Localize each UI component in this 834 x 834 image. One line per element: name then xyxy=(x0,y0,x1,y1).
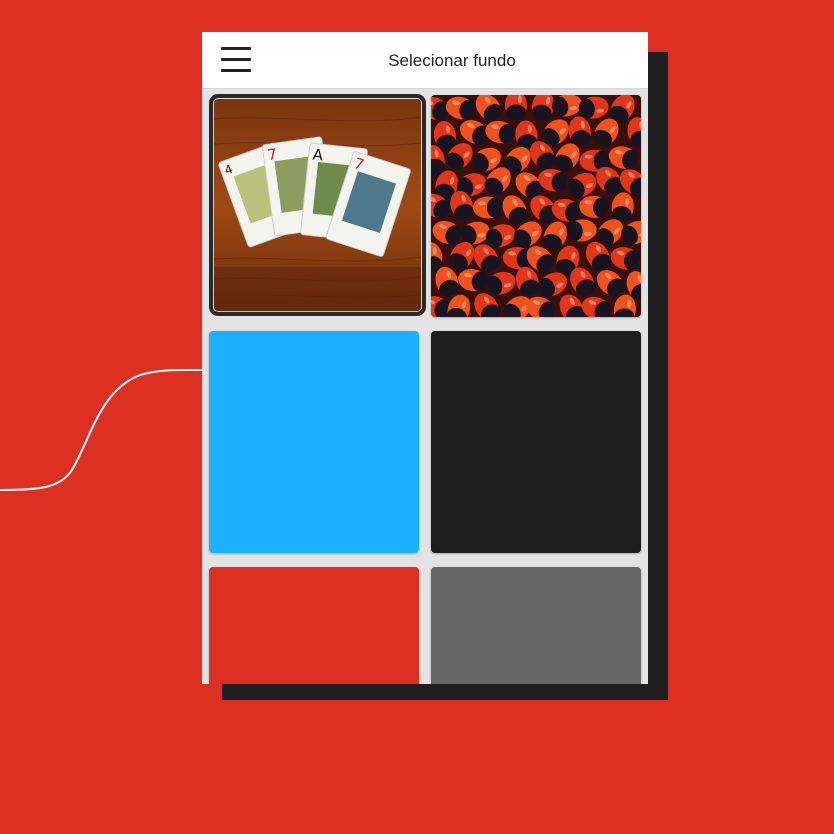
background-option-gray[interactable] xyxy=(431,567,641,684)
app-bar: Selecionar fundo xyxy=(202,32,648,89)
color-swatch-black xyxy=(431,331,641,553)
color-swatch-red xyxy=(209,567,419,684)
playing-cards-image: 4 7 A 7 xyxy=(214,99,421,311)
background-option-black[interactable] xyxy=(431,331,641,553)
background-option-blue[interactable] xyxy=(209,331,419,553)
background-option-red[interactable] xyxy=(209,567,419,684)
background-picker-window: Selecionar fundo 4 7 A 7 xyxy=(202,32,648,684)
background-grid: 4 7 A 7 xyxy=(202,89,648,684)
color-swatch-gray xyxy=(431,567,641,684)
background-option-cards[interactable]: 4 7 A 7 xyxy=(209,94,426,316)
color-swatch-blue xyxy=(209,331,419,553)
page-title: Selecionar fundo xyxy=(388,51,516,70)
seeds-image xyxy=(431,95,641,317)
background-option-seeds[interactable] xyxy=(431,95,641,317)
